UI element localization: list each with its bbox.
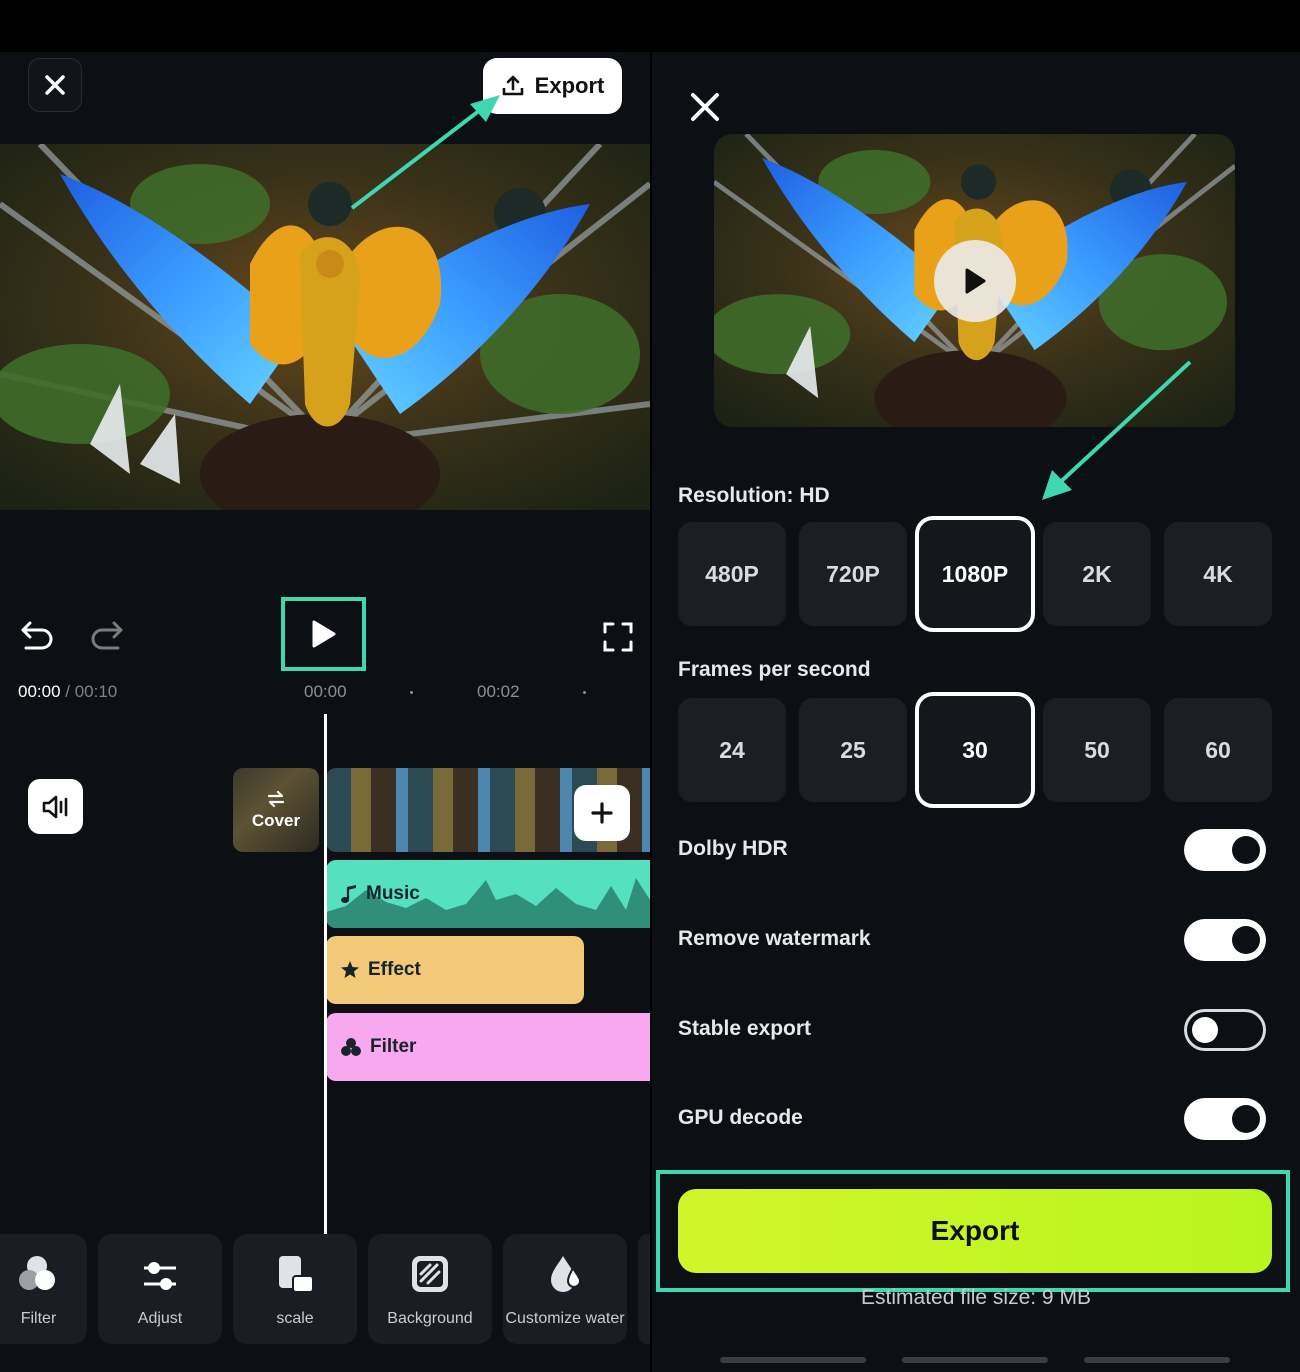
fps-option[interactable]: 24 xyxy=(678,698,786,802)
undo-icon[interactable] xyxy=(20,619,56,651)
tool-label: scale xyxy=(276,1310,314,1327)
nav-indicator xyxy=(1084,1357,1230,1363)
tool-partial[interactable] xyxy=(638,1234,650,1344)
background-icon xyxy=(412,1256,448,1292)
estimated-file-size: Estimated file size: 9 MB xyxy=(861,1286,1091,1309)
status-bar xyxy=(0,0,1300,52)
bottom-toolbar: Filter Adjust scale Background Customize… xyxy=(0,1234,650,1344)
fps-option[interactable]: 25 xyxy=(799,698,907,802)
close-icon xyxy=(45,75,65,95)
music-track[interactable]: Music xyxy=(326,860,650,928)
tool-filter[interactable]: Filter xyxy=(0,1234,87,1344)
resolution-option[interactable]: 480P xyxy=(678,522,786,626)
playback-controls xyxy=(0,597,650,677)
stable-export-switch[interactable] xyxy=(1184,1009,1266,1051)
toggle-label: Dolby HDR xyxy=(678,837,788,860)
time-readout: 00:00 / 00:10 xyxy=(18,682,118,701)
nav-indicator xyxy=(720,1357,866,1363)
filter-icon xyxy=(18,1256,55,1290)
tool-adjust[interactable]: Adjust xyxy=(98,1234,222,1344)
play-icon xyxy=(312,620,335,648)
play-button[interactable] xyxy=(281,597,366,671)
effect-track-label: Effect xyxy=(368,959,421,980)
swap-icon xyxy=(267,790,285,808)
toggle-label: Stable export xyxy=(678,1017,812,1040)
fps-options: 24 25 30 50 60 xyxy=(678,692,1272,808)
play-icon xyxy=(965,268,986,294)
close-icon[interactable] xyxy=(690,92,720,122)
fps-option[interactable]: 60 xyxy=(1164,698,1272,802)
export-button-label: Export xyxy=(534,73,605,98)
tool-label: Adjust xyxy=(137,1310,183,1327)
effect-star-icon xyxy=(341,961,359,978)
resolution-option[interactable]: 2K xyxy=(1043,522,1151,626)
fps-option-selected[interactable]: 30 xyxy=(915,692,1035,808)
editor-panel: Export 00:00 / 00:10 00:00 00:02 Cover M… xyxy=(0,52,650,1372)
gpu-decode-switch[interactable] xyxy=(1184,1098,1266,1140)
tool-label: Filter xyxy=(20,1310,57,1327)
upload-icon xyxy=(502,75,523,96)
ruler-dot xyxy=(410,691,413,694)
export-settings-panel: Resolution: HD 480P 720P 1080P 2K 4K Fra… xyxy=(652,52,1300,1372)
music-track-label: Music xyxy=(366,883,420,904)
preview-play-button[interactable] xyxy=(934,240,1016,322)
volume-icon xyxy=(42,795,67,818)
tool-label: Background xyxy=(387,1310,473,1327)
mute-button[interactable] xyxy=(28,779,83,834)
scale-icon xyxy=(279,1256,314,1293)
toggle-remove-watermark: Remove watermark xyxy=(678,919,1272,963)
toggle-stable-export: Stable export xyxy=(678,1009,1272,1053)
dolby-hdr-switch[interactable] xyxy=(1184,829,1266,871)
fps-option[interactable]: 50 xyxy=(1043,698,1151,802)
resolution-options: 480P 720P 1080P 2K 4K xyxy=(678,516,1272,632)
nav-indicator xyxy=(902,1357,1048,1363)
toggle-label: Remove watermark xyxy=(678,927,871,950)
time-mark: 00:00 xyxy=(304,682,347,701)
close-button[interactable] xyxy=(28,58,82,112)
tool-customize-watermark[interactable]: Customize water xyxy=(503,1234,627,1344)
filter-circles-icon xyxy=(341,1038,361,1056)
tool-scale[interactable]: scale xyxy=(233,1234,357,1344)
filter-track-label: Filter xyxy=(370,1036,417,1057)
video-preview[interactable] xyxy=(0,144,650,510)
remove-watermark-switch[interactable] xyxy=(1184,919,1266,961)
music-note-icon xyxy=(341,885,356,903)
playhead[interactable] xyxy=(324,714,327,1234)
add-clip-button[interactable] xyxy=(574,785,630,841)
resolution-label: Resolution: HD xyxy=(678,484,830,507)
toggle-gpu-decode: GPU decode xyxy=(678,1098,1272,1142)
fullscreen-icon[interactable] xyxy=(602,621,634,653)
redo-icon[interactable] xyxy=(88,619,124,651)
export-button[interactable]: Export xyxy=(678,1189,1272,1273)
timeline-ruler: 00:00 / 00:10 00:00 00:02 xyxy=(0,682,650,706)
annotation-arrow xyxy=(1042,360,1192,500)
tool-background[interactable]: Background xyxy=(368,1234,492,1344)
time-mark: 00:02 xyxy=(477,682,520,701)
cover-button[interactable]: Cover xyxy=(233,768,319,852)
watermark-icon xyxy=(551,1256,582,1292)
resolution-option[interactable]: 720P xyxy=(799,522,907,626)
parrot-image xyxy=(0,144,650,510)
tool-label: Customize water xyxy=(505,1310,625,1327)
plus-icon xyxy=(591,802,613,824)
toggle-label: GPU decode xyxy=(678,1106,803,1129)
adjust-icon xyxy=(144,1262,176,1290)
export-button-top[interactable]: Export xyxy=(483,58,622,114)
ruler-dot xyxy=(583,691,586,694)
toggle-dolby-hdr: Dolby HDR xyxy=(678,829,1272,873)
fps-label: Frames per second xyxy=(678,658,871,681)
resolution-option-selected[interactable]: 1080P xyxy=(915,516,1035,632)
effect-track[interactable]: Effect xyxy=(326,936,584,1004)
resolution-option[interactable]: 4K xyxy=(1164,522,1272,626)
cover-label: Cover xyxy=(251,811,301,830)
filter-track[interactable]: Filter xyxy=(326,1013,650,1081)
